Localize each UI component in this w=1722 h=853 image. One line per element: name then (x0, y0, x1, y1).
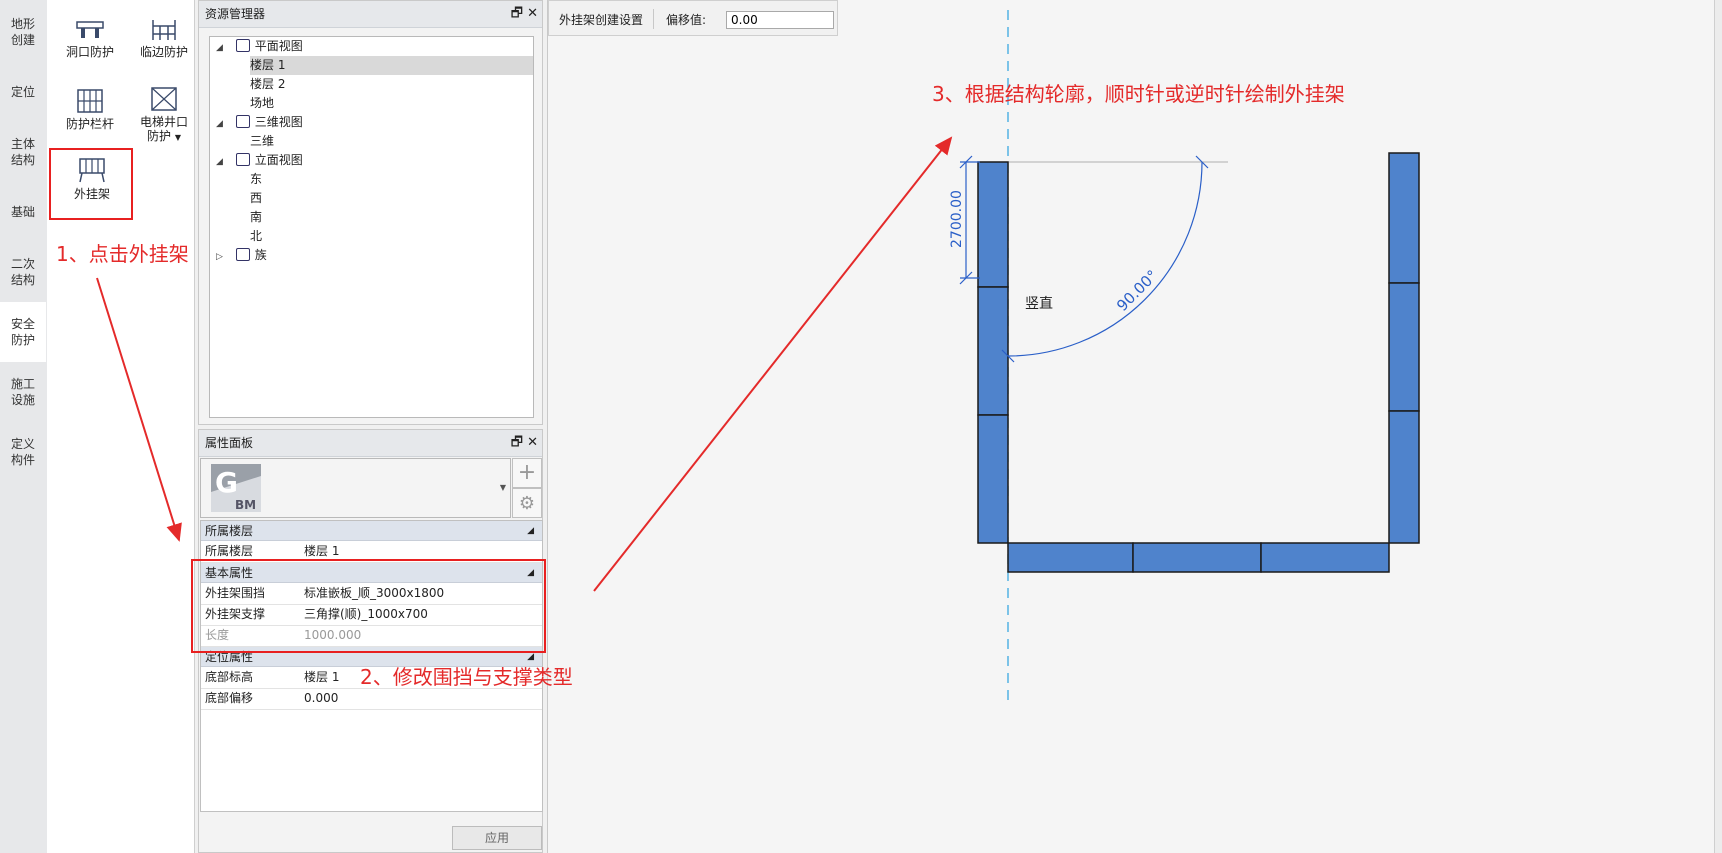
restore-icon[interactable]: 🗗 (511, 6, 523, 21)
tree-node-north[interactable]: 北 (250, 227, 262, 246)
type-dropdown-icon[interactable]: ▼ (500, 483, 506, 492)
vertical-label: 竖直 (1025, 295, 1053, 312)
frame-left-wall[interactable] (977, 161, 1009, 544)
collapse-icon: ◢ (527, 526, 534, 536)
tree-node-south[interactable]: 南 (250, 208, 262, 227)
external-frame-label: 外挂架 (73, 187, 110, 201)
tree-node-family[interactable]: ▷ 族 (216, 246, 267, 265)
gbm-logo-icon: G BM (211, 464, 261, 512)
annotation-step2: 2、修改围挡与支撑类型 (360, 665, 573, 689)
hole-protect-icon (76, 21, 104, 38)
edge-protect-icon (152, 20, 176, 40)
annotation-step1: 1、点击外挂架 (56, 242, 189, 266)
dimension-text: 2700.00 (949, 190, 965, 248)
elevator-label-1: 电梯井口 (139, 115, 188, 129)
tree-node-plan-views[interactable]: ◢ 平面视图 (216, 37, 303, 56)
angle-text: 90.00° (1113, 266, 1161, 314)
properties-title: 属性面板 (199, 430, 542, 457)
expand-icon[interactable]: ▷ (216, 252, 223, 262)
collapse-icon[interactable]: ◢ (216, 119, 223, 129)
tree-node-east[interactable]: 东 (250, 170, 262, 189)
resource-tree: ◢ 平面视图 楼层 1 楼层 2 场地 ◢ 三维视图 三维 ◢ 立面视图 东 西… (209, 36, 534, 418)
tab-positioning[interactable]: 定位 (0, 62, 46, 122)
tab-safety[interactable]: 安全 防护 (0, 302, 46, 362)
tree-node-site[interactable]: 场地 (250, 94, 274, 113)
tree-node-3d-views[interactable]: ◢ 三维视图 (216, 113, 303, 132)
apply-button[interactable]: 应用 (452, 826, 542, 850)
railing-icon (77, 89, 103, 113)
resource-panel-buttons: 🗗 ✕ (511, 1, 538, 27)
tab-custom[interactable]: 定义 构件 (0, 422, 46, 482)
tab-main-structure[interactable]: 主体 结构 (0, 122, 46, 182)
elevation-view-icon (235, 153, 250, 166)
tab-terrain[interactable]: 地形 创建 (0, 2, 46, 62)
close-icon[interactable]: ✕ (527, 435, 538, 450)
hole-protect-label: 洞口防护 (65, 45, 114, 59)
add-type-button[interactable]: + (512, 458, 542, 488)
edge-protect-button[interactable]: 临边防护 (129, 18, 199, 59)
3d-view-icon (235, 115, 250, 128)
elevator-label-2: 防护 ▼ (147, 129, 181, 143)
collapse-icon[interactable]: ◢ (216, 43, 223, 53)
tree-node-elevation-views[interactable]: ◢ 立面视图 (216, 151, 303, 170)
svg-text:G: G (215, 466, 238, 499)
resource-manager-panel: 资源管理器 🗗 ✕ ◢ 平面视图 楼层 1 楼层 2 场地 ◢ 三维视图 三维 … (198, 0, 543, 425)
edge-protect-label: 临边防护 (139, 45, 188, 59)
elevator-protect-button[interactable]: 电梯井口 防护 ▼ (129, 86, 199, 145)
railing-label: 防护栏杆 (65, 117, 114, 131)
tab-foundation[interactable]: 基础 (0, 182, 46, 242)
frame-bottom-wall[interactable] (1007, 542, 1390, 573)
type-settings-button[interactable]: ⚙ (512, 488, 542, 518)
resource-manager-title: 资源管理器 (199, 1, 542, 28)
drawing-canvas[interactable]: 外挂架创建设置 偏移值: 0.00 2700.00 90.00° 竖直 (547, 0, 1715, 853)
elevator-protect-icon (151, 87, 177, 111)
annotation-step3: 3、根据结构轮廓，顺时针或逆时针绘制外挂架 (932, 82, 1345, 106)
external-frame-button[interactable]: 外挂架 (57, 156, 127, 201)
family-icon (235, 248, 250, 261)
railing-button[interactable]: 防护栏杆 (55, 88, 125, 131)
tree-node-floor1[interactable]: 楼层 1 (250, 56, 533, 75)
dropdown-arrow-icon[interactable]: ▼ (175, 133, 181, 142)
basic-props-highlight (191, 559, 546, 653)
close-icon[interactable]: ✕ (527, 6, 538, 21)
right-edge-strip (1714, 0, 1722, 853)
tree-node-3d[interactable]: 三维 (250, 132, 274, 151)
drawing-svg: 2700.00 90.00° 竖直 (949, 10, 1420, 700)
tree-node-floor2[interactable]: 楼层 2 (250, 75, 285, 94)
tool-palette: 洞口防护 临边防护 防护栏杆 电梯井口 防护 ▼ 外挂架 (47, 0, 195, 853)
frame-right-wall[interactable] (1388, 152, 1420, 544)
plan-view-icon (235, 39, 250, 52)
type-selector[interactable]: G BM ▼ (200, 458, 511, 518)
hole-protect-button[interactable]: 洞口防护 (55, 18, 125, 59)
tree-node-west[interactable]: 西 (250, 189, 262, 208)
angle-arc (1007, 161, 1203, 357)
gear-icon: ⚙ (518, 492, 536, 514)
external-frame-icon (79, 158, 105, 183)
category-tabs: 地形 创建 定位 主体 结构 基础 二次 结构 安全 防护 施工 设施 定义 构… (0, 0, 48, 853)
group-floor[interactable]: 所属楼层 ◢ (201, 521, 542, 541)
properties-panel-buttons: 🗗 ✕ (511, 430, 538, 456)
restore-icon[interactable]: 🗗 (511, 435, 523, 450)
plus-icon: + (517, 460, 537, 485)
tab-facilities[interactable]: 施工 设施 (0, 362, 46, 422)
collapse-icon[interactable]: ◢ (216, 157, 223, 167)
svg-text:BM: BM (235, 498, 256, 512)
tab-secondary[interactable]: 二次 结构 (0, 242, 46, 302)
row-base-offset[interactable]: 底部偏移 0.000 (201, 688, 542, 710)
